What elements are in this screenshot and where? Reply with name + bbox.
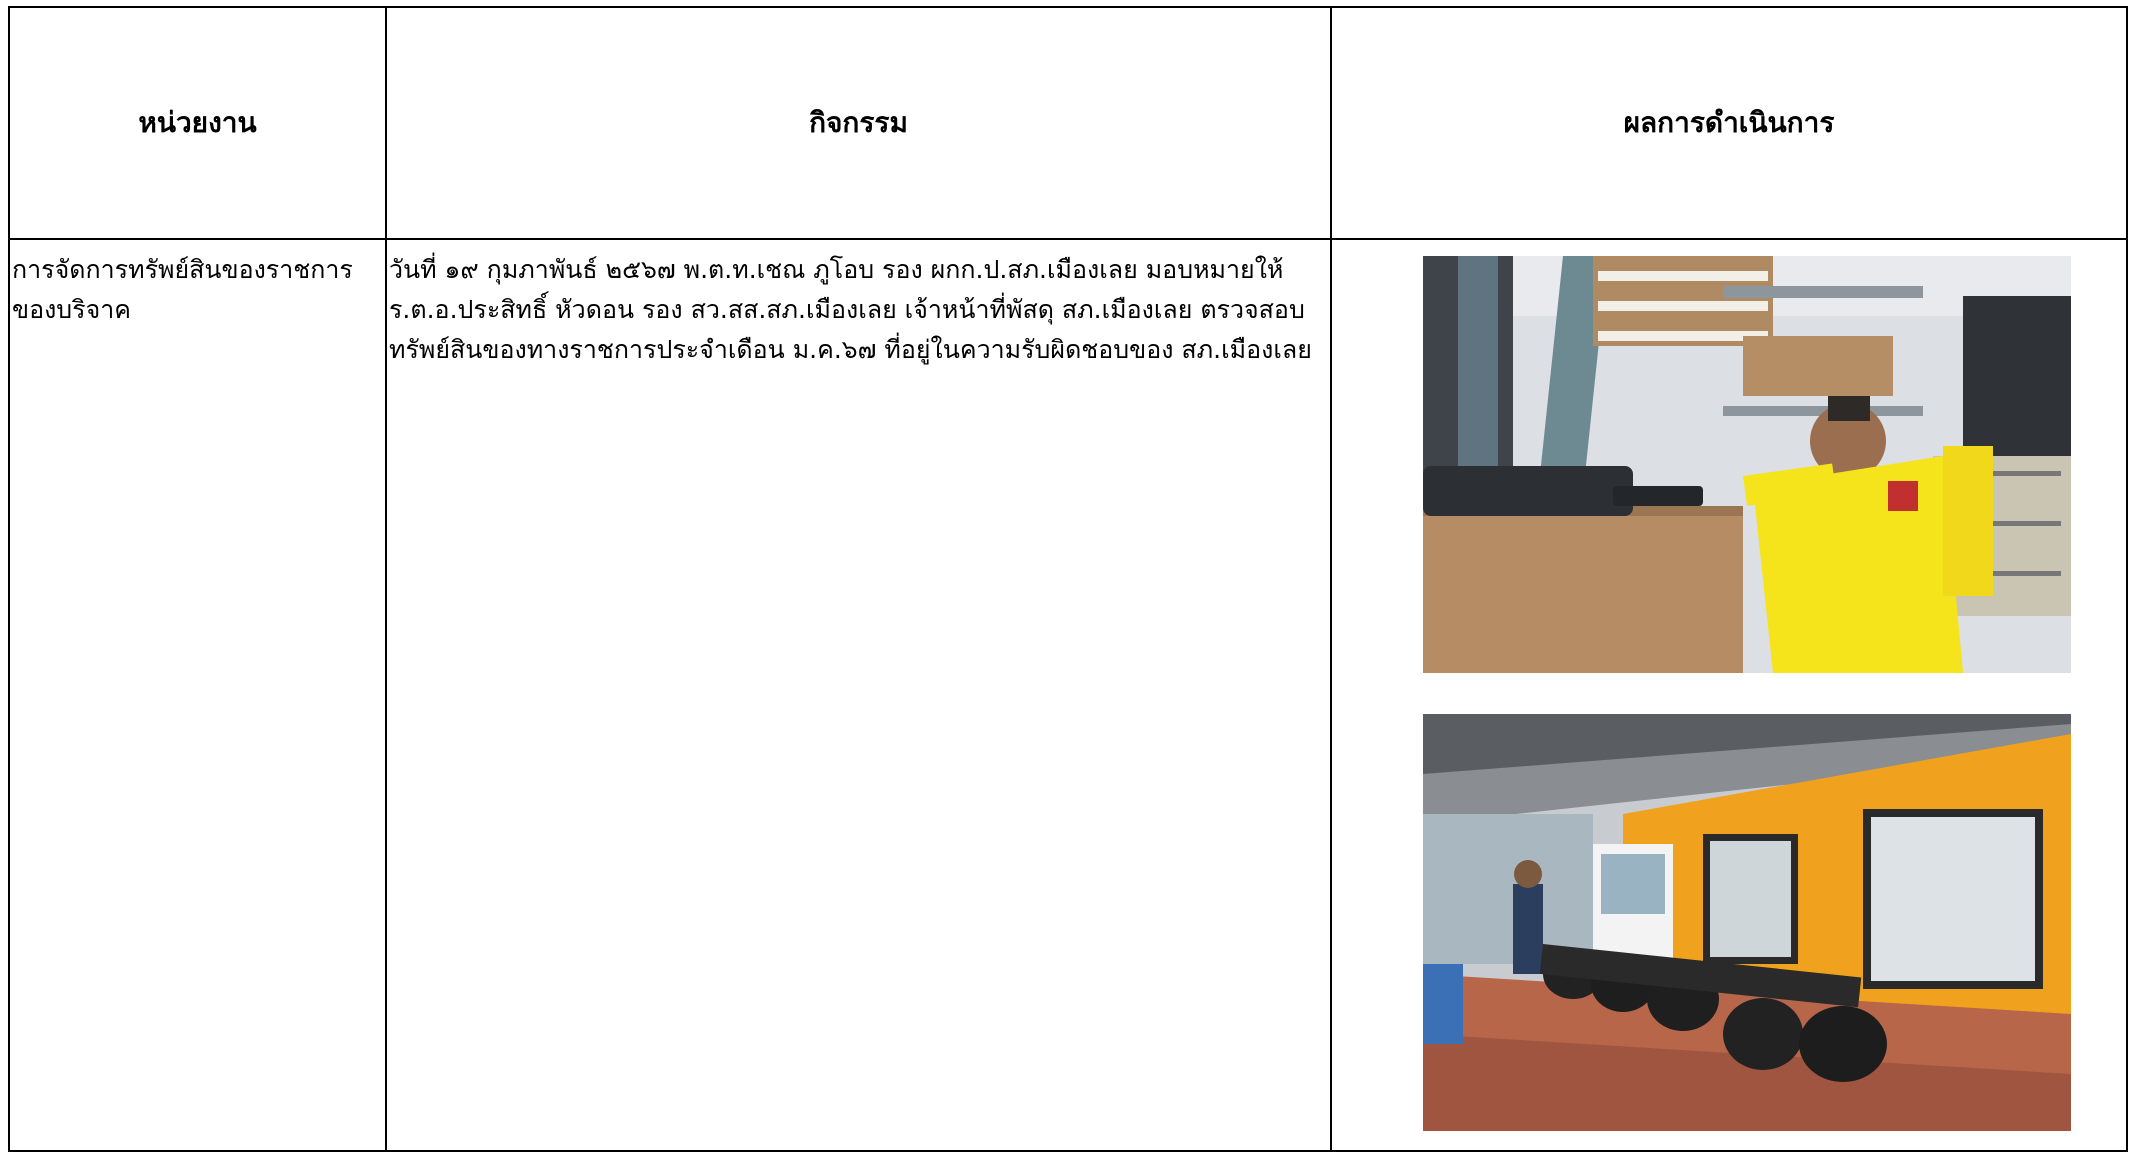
motorcycles-image xyxy=(1423,714,2071,1131)
header-result: ผลการดำเนินการ xyxy=(1330,6,2128,240)
cell-unit: การจัดการทรัพย์สินของราชการของบริจาค xyxy=(8,238,387,1152)
cell-activity: วันที่ ๑๙ กุมภาพันธ์ ๒๕๖๗ พ.ต.ท.เชณ ภูโอ… xyxy=(385,238,1332,1152)
activity-text: วันที่ ๑๙ กุมภาพันธ์ ๒๕๖๗ พ.ต.ท.เชณ ภูโอ… xyxy=(389,255,1312,364)
unit-text: การจัดการทรัพย์สินของราชการของบริจาค xyxy=(12,255,353,324)
storage-room-photo xyxy=(1423,256,2071,673)
header-activity: กิจกรรม xyxy=(385,6,1332,240)
motorcycles-photo xyxy=(1423,714,2071,1131)
header-unit: หน่วยงาน xyxy=(8,6,387,240)
header-row: หน่วยงาน กิจกรรม ผลการดำเนินการ xyxy=(8,6,2128,240)
storage-room-image xyxy=(1423,256,2071,673)
